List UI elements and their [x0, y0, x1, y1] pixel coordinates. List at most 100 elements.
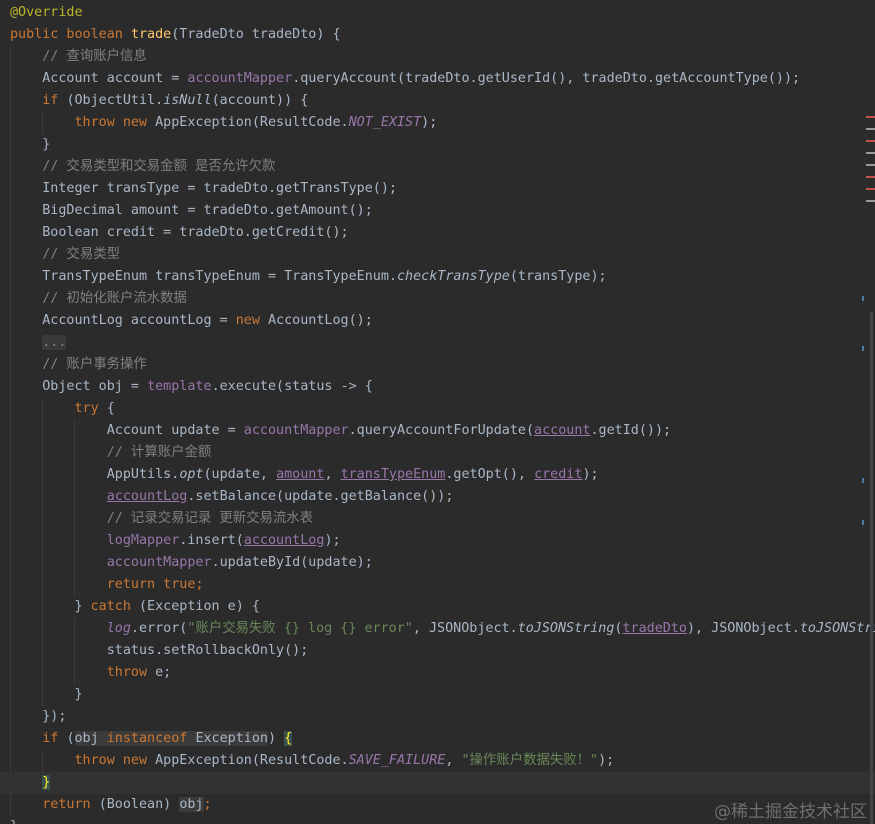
code-line[interactable]: try { [0, 398, 115, 420]
code-line[interactable]: throw e; [0, 662, 172, 684]
code-token: accountMapper [187, 71, 293, 86]
scrollbar-error-marker[interactable] [866, 176, 875, 178]
code-token: } [10, 137, 51, 152]
code-token: .getOpt(), [445, 467, 535, 482]
scrollbar-info-marker[interactable] [862, 520, 864, 525]
code-line[interactable]: if (ObjectUtil.isNull(account)) { [0, 90, 308, 112]
code-line[interactable]: Integer transType = tradeDto.getTransTyp… [0, 178, 397, 200]
code-line[interactable]: if (obj instanceof Exception) { [0, 728, 293, 750]
code-token: checkTransType [396, 269, 510, 284]
code-token: toJSONString [517, 621, 615, 636]
code-line[interactable]: } [0, 772, 875, 794]
code-line[interactable]: AccountLog accountLog = new AccountLog()… [0, 310, 373, 332]
code-line[interactable]: // 计算账户金额 [0, 442, 212, 464]
code-line[interactable]: } [0, 134, 50, 156]
code-line[interactable]: AppUtils.opt(update, amount, transTypeEn… [0, 464, 599, 486]
code-token: (Boolean) [98, 797, 180, 812]
code-line[interactable]: throw new AppException(ResultCode.SAVE_F… [0, 750, 615, 772]
code-token: (transType); [509, 269, 607, 284]
code-line[interactable]: BigDecimal amount = tradeDto.getAmount()… [0, 200, 373, 222]
code-line[interactable]: throw new AppException(ResultCode.NOT_EX… [0, 112, 438, 134]
code-line[interactable]: // 初始化账户流水数据 [0, 288, 187, 310]
code-token: log [106, 621, 131, 636]
code-line[interactable]: status.setRollbackOnly(); [0, 640, 309, 662]
code-token: (Exception e) { [139, 599, 260, 614]
code-line[interactable]: } [0, 684, 82, 706]
code-line[interactable]: Account update = accountMapper.queryAcco… [0, 420, 671, 442]
code-token: (account)) { [211, 93, 309, 108]
code-line[interactable]: Boolean credit = tradeDto.getCredit(); [0, 222, 348, 244]
code-token: accountLog [243, 533, 325, 548]
code-token: AppUtils. [10, 467, 180, 482]
code-line[interactable]: }); [0, 706, 66, 728]
code-line[interactable]: log.error("账户交易失败 {} log {} error", JSON… [0, 618, 875, 640]
code-line[interactable]: accountLog.setBalance(update.getBalance(… [0, 486, 454, 508]
code-token: throw new [74, 115, 156, 130]
code-line[interactable]: } catch (Exception e) { [0, 596, 260, 618]
scrollbar-error-marker[interactable] [866, 188, 875, 190]
code-line[interactable]: public boolean trade(TradeDto tradeDto) … [0, 24, 341, 46]
code-token: .setBalance(update.getBalance()); [187, 489, 454, 504]
code-line[interactable]: logMapper.insert(accountLog); [0, 530, 341, 552]
code-token: opt [179, 467, 204, 482]
scrollbar-info-marker[interactable] [862, 346, 864, 351]
code-line[interactable]: } [0, 816, 18, 824]
code-token: throw [106, 665, 156, 680]
scrollbar-error-marker[interactable] [866, 128, 875, 130]
code-token: (update, [203, 467, 277, 482]
scrollbar-thumb[interactable] [870, 312, 873, 824]
code-line[interactable]: // 记录交易记录 更新交易流水表 [0, 508, 313, 530]
scrollbar-error-marker[interactable] [866, 152, 875, 154]
code-editor[interactable]: @Override public boolean trade(TradeDto t… [0, 0, 875, 824]
code-token: public boolean [10, 27, 131, 42]
code-line[interactable]: ... [0, 332, 67, 354]
code-token: NOT_EXIST [348, 115, 422, 130]
code-token: if [42, 93, 67, 108]
scrollbar-error-marker[interactable] [866, 164, 875, 166]
code-token: // 查询账户信息 [10, 49, 147, 64]
scrollbar-error-marker[interactable] [866, 200, 875, 202]
code-line[interactable]: // 账户事务操作 [0, 354, 147, 376]
code-line[interactable]: return true; [0, 574, 204, 596]
scrollbar-error-marker[interactable] [866, 140, 875, 142]
code-token: // 交易类型和交易金额 是否允许欠款 [10, 159, 276, 174]
code-line[interactable]: Object obj = template.execute(status -> … [0, 376, 373, 398]
code-token: BigDecimal amount = tradeDto.getAmount()… [10, 203, 373, 218]
code-token: ; [195, 577, 204, 592]
code-line[interactable]: return (Boolean) obj; [0, 794, 212, 816]
code-line[interactable]: Account account = accountMapper.queryAcc… [0, 68, 800, 90]
code-token: // 记录交易记录 更新交易流水表 [10, 511, 314, 526]
code-token: ); [421, 115, 438, 130]
code-token: e; [155, 665, 172, 680]
code-token: credit [534, 467, 583, 482]
scrollbar-info-marker[interactable] [862, 296, 864, 301]
code-line[interactable]: // 交易类型 [0, 244, 120, 266]
code-token: // 初始化账户流水数据 [10, 291, 187, 306]
code-line[interactable]: accountMapper.updateById(update); [0, 552, 373, 574]
folded-code-region[interactable]: ... [42, 335, 67, 350]
code-line[interactable]: // 查询账户信息 [0, 46, 147, 68]
code-token: account [534, 423, 591, 438]
code-line[interactable]: TransTypeEnum transTypeEnum = TransTypeE… [0, 266, 607, 288]
scrollbar-error-marker[interactable] [866, 116, 875, 118]
code-token: instanceof [106, 731, 196, 746]
code-token: AccountLog accountLog = [10, 313, 236, 328]
code-line[interactable]: @Override [0, 2, 83, 24]
code-line[interactable]: // 交易类型和交易金额 是否允许欠款 [0, 156, 275, 178]
scrollbar-info-marker[interactable] [862, 478, 864, 483]
code-token: { [284, 731, 293, 746]
code-token: return [42, 797, 99, 812]
code-token: .queryAccountForUpdate( [348, 423, 535, 438]
code-token: .error( [130, 621, 188, 636]
scrollbar-track[interactable] [862, 0, 875, 824]
